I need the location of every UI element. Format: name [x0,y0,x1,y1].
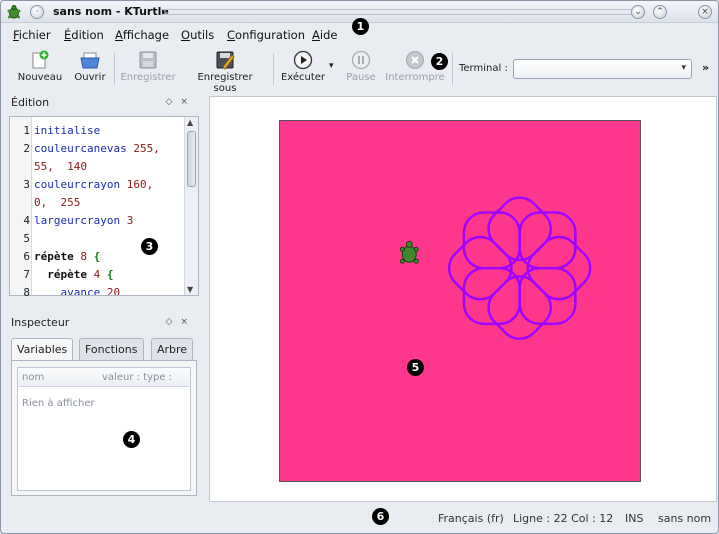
title-bar-decoration [161,9,644,15]
new-button[interactable]: Nouveau [17,50,63,88]
tab-variables[interactable]: Variables [11,338,74,360]
new-document-icon [32,50,49,69]
editor-dock-title: Édition ◇× [6,94,202,112]
save-disk-icon [139,51,157,69]
line-number-gutter: 1 2 3 4 5 6 7 8 [10,117,32,299]
line-number: 8 [23,286,30,299]
pause-icon [351,50,371,70]
pause-button-label: Pause [346,72,376,83]
open-button-label: Ouvrir [74,72,106,83]
open-button[interactable]: Ouvrir [71,50,109,88]
variables-panel: nom valeur : type : Rien à afficher [11,360,197,496]
line-number: 4 [23,214,30,227]
code-line: avance 20 [60,286,121,295]
play-icon [293,50,313,70]
toolbar-separator [452,53,453,85]
save-as-button-label: Enregistrer sous [197,72,253,94]
pause-button[interactable]: Pause [343,50,379,88]
line-number: 5 [23,232,30,245]
menu-fichier[interactable]: Fichier [13,28,51,42]
tab-fonctions[interactable]: Fonctions [79,338,144,360]
column-header-valeur-type[interactable]: valeur : type : [102,372,172,383]
callout-4: 4 [123,431,140,448]
stop-button-label: Interrompre [385,72,445,83]
code-editor[interactable]: 1 2 3 4 5 6 7 8 initialise couleurcaneva… [9,116,199,299]
window-title: sans nom - KTurtle [53,5,169,18]
terminal-combo[interactable]: ▾ [513,59,692,79]
code-text[interactable]: initialise couleurcanevas 255, 55, 140 c… [34,117,184,295]
tab-arbre[interactable]: Arbre [151,338,194,360]
save-as-button[interactable]: Enregistrer sous [185,50,265,94]
new-button-label: Nouveau [17,72,63,83]
scroll-up-icon[interactable]: ▲ [187,118,193,127]
run-button-label: Exécuter [280,72,326,83]
code-line: couleurcanevas 255, [34,142,160,155]
menu-aide[interactable]: Aide [312,28,337,42]
code-line: initialise [34,124,101,137]
run-button[interactable]: Exécuter [279,50,327,88]
ktouche-window: · sans nom - KTurtle ⌄ ⌃ × Fichier Éditi… [0,0,719,534]
line-number: 7 [23,268,30,281]
maximize-button[interactable]: ⌃ [653,5,667,19]
minimize-button[interactable]: ⌄ [631,5,645,19]
status-cursor-position: Ligne : 22 Col : 12 [513,512,614,525]
canvas-view [209,96,717,502]
inspector-dock-title-label: Inspecteur [11,316,70,329]
terminal-label: Terminal : [459,63,508,74]
callout-5: 5 [407,359,424,376]
chevron-down-icon: ▾ [681,63,686,73]
save-button[interactable]: Enregistrer [120,50,176,88]
code-line: largeurcrayon 3 [34,214,134,227]
callout-2: 2 [431,53,448,70]
editor-dock: Édition ◇× 1 2 3 4 5 6 7 8 initialise co… [6,94,202,306]
scrollbar-thumb[interactable] [187,131,196,187]
scroll-down-icon[interactable]: ▼ [187,285,193,294]
column-header-nom[interactable]: nom [22,372,44,383]
code-line: 0, 255 [34,196,81,209]
canvas-background [280,121,640,481]
variables-table[interactable]: nom valeur : type : Rien à afficher [17,367,191,491]
open-folder-icon [80,52,100,69]
inspector-tabs: Variables Fonctions Arbre [11,338,197,360]
menu-affichage[interactable]: Affichage [115,28,169,42]
editor-dock-title-label: Édition [11,96,50,109]
code-line: répète 4 { [47,268,114,281]
menu-outils[interactable]: Outils [181,28,214,42]
inspector-dock-title: Inspecteur ◇× [6,314,202,332]
menu-configuration[interactable]: Configuration [227,28,305,42]
status-filename: sans nom [658,512,712,525]
line-number: 3 [23,178,30,191]
callout-1: 1 [352,18,369,35]
window-menu-button[interactable]: · [30,5,44,19]
code-line: 55, 140 [34,160,87,173]
empty-message: Rien à afficher [22,398,95,409]
line-number: 2 [23,142,30,155]
callout-6: 6 [372,508,389,525]
run-speed-dropdown[interactable]: ▾ [329,61,334,71]
status-bar: Français (fr) Ligne : 22 Col : 12 INS sa… [1,507,718,533]
inspector-dock: Inspecteur ◇× Variables Fonctions Arbre … [6,314,202,504]
dock-float-close-icons[interactable]: ◇× [166,97,196,107]
menu-edition[interactable]: Édition [64,28,104,42]
callout-3: 3 [141,238,158,255]
stop-icon [406,51,424,69]
toolbar-separator [273,53,274,85]
line-number: 6 [23,250,30,263]
close-button[interactable]: × [698,5,712,19]
code-line: couleurcrayon 160, [34,178,154,191]
editor-scrollbar[interactable]: ▲ ▼ [184,117,198,295]
dock-float-close-icons[interactable]: ◇× [166,317,196,327]
status-insert-mode: INS [625,512,644,525]
line-number: 1 [23,124,30,137]
toolbar-separator [114,53,115,85]
status-language: Français (fr) [438,512,504,525]
save-button-label: Enregistrer [120,72,176,83]
table-header: nom valeur : type : [18,368,190,387]
main-toolbar: Nouveau Ouvrir Enregistrer Enregistrer s… [1,47,718,94]
turtle-canvas[interactable] [279,120,641,482]
kturtle-app-icon[interactable] [7,5,21,19]
toolbar-more-button[interactable]: » [702,61,709,74]
save-as-icon [216,51,235,70]
code-line: répète 8 { [34,250,101,263]
